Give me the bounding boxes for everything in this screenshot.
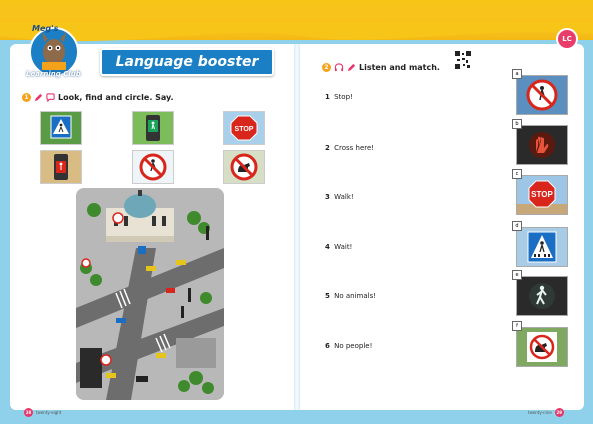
photo-letter: f xyxy=(512,321,522,331)
list-item: 3 Walk! xyxy=(325,193,354,201)
photo-letter: b xyxy=(512,119,522,129)
photo-b-frame xyxy=(516,125,568,165)
no-pedestrians-sign-icon xyxy=(133,151,173,183)
speech-bubble-icon xyxy=(46,93,55,102)
no-dogs-photo-icon xyxy=(517,328,567,366)
activity-2-header: 2 Listen and match. xyxy=(322,63,440,72)
city-scene-illustration xyxy=(76,188,224,400)
sign-thumb-stop[interactable]: STOP xyxy=(223,111,265,145)
pencil-icon xyxy=(347,63,356,72)
list-item: 4 Wait! xyxy=(325,243,353,251)
logo-top-text: Meg's xyxy=(32,24,59,33)
sign-thumb-dont-walk[interactable] xyxy=(40,150,82,184)
photo-f[interactable]: f xyxy=(512,321,568,367)
qr-code-icon xyxy=(454,50,472,70)
page-number: 29 xyxy=(554,408,564,417)
page-number: 28 xyxy=(24,408,33,417)
stop-sign-icon: STOP xyxy=(224,112,264,144)
list-item: 2 Cross here! xyxy=(325,144,375,152)
svg-text:STOP: STOP xyxy=(531,190,553,199)
right-page-footer: twenty-nine 29 xyxy=(528,408,564,417)
left-page-footer: 28 twenty-eight xyxy=(24,408,61,417)
photo-f-frame xyxy=(516,327,568,367)
photo-letter: a xyxy=(512,69,522,79)
walk-signal-photo-icon xyxy=(517,277,567,315)
photo-a-frame xyxy=(516,75,568,115)
activity-1-number: 1 xyxy=(22,93,31,102)
stop-sign-photo-icon: STOP xyxy=(517,176,567,214)
activity-2-instruction: Listen and match. xyxy=(359,63,440,72)
lc-badge: LC xyxy=(556,28,578,50)
logo-bottom-text: Learning Club xyxy=(26,70,81,78)
book-gutter xyxy=(294,44,300,410)
activity-2-number: 2 xyxy=(322,63,331,72)
no-animals-sign-icon xyxy=(224,151,264,183)
page-title: Language booster xyxy=(100,48,274,76)
pedestrian-crossing-photo-icon xyxy=(517,228,567,266)
activity-1-instruction: Look, find and circle. Say. xyxy=(58,93,174,102)
red-hand-signal-photo-icon xyxy=(517,126,567,164)
photo-d-frame xyxy=(516,227,568,267)
list-item: 5 No animals! xyxy=(325,292,377,300)
walk-signal-icon xyxy=(133,112,173,144)
photo-a[interactable]: a xyxy=(512,69,568,115)
qr-code[interactable] xyxy=(454,50,472,70)
photo-letter: d xyxy=(512,221,522,231)
photo-e-frame xyxy=(516,276,568,316)
headphones-icon xyxy=(334,63,344,72)
pencil-icon xyxy=(34,93,43,102)
photo-e[interactable]: e xyxy=(512,270,568,316)
photo-letter: c xyxy=(512,169,522,179)
photo-letter: e xyxy=(512,270,522,280)
list-item: 1 Stop! xyxy=(325,93,353,101)
no-pedestrians-photo-icon xyxy=(517,76,567,114)
pedestrian-crossing-sign-icon xyxy=(41,112,81,144)
book-spread: Meg's Learning Club Language booster LC … xyxy=(0,0,593,424)
list-item: 6 No people! xyxy=(325,342,373,350)
photo-c-frame: STOP xyxy=(516,175,568,215)
activity-1-header: 1 Look, find and circle. Say. xyxy=(22,93,174,102)
sign-thumb-crossing[interactable] xyxy=(40,111,82,145)
photo-c[interactable]: STOP c xyxy=(512,169,568,215)
photo-d[interactable]: d xyxy=(512,221,568,267)
svg-text:STOP: STOP xyxy=(235,126,254,133)
sign-thumb-no-animals[interactable] xyxy=(223,150,265,184)
dont-walk-signal-icon xyxy=(41,151,81,183)
page-word: twenty-eight xyxy=(36,410,62,415)
sign-thumb-walk-signal[interactable] xyxy=(132,111,174,145)
sign-thumb-no-pedestrians[interactable] xyxy=(132,150,174,184)
page-word: twenty-nine xyxy=(528,410,552,415)
city-scene-icon xyxy=(76,188,224,400)
photo-b[interactable]: b xyxy=(512,119,568,165)
